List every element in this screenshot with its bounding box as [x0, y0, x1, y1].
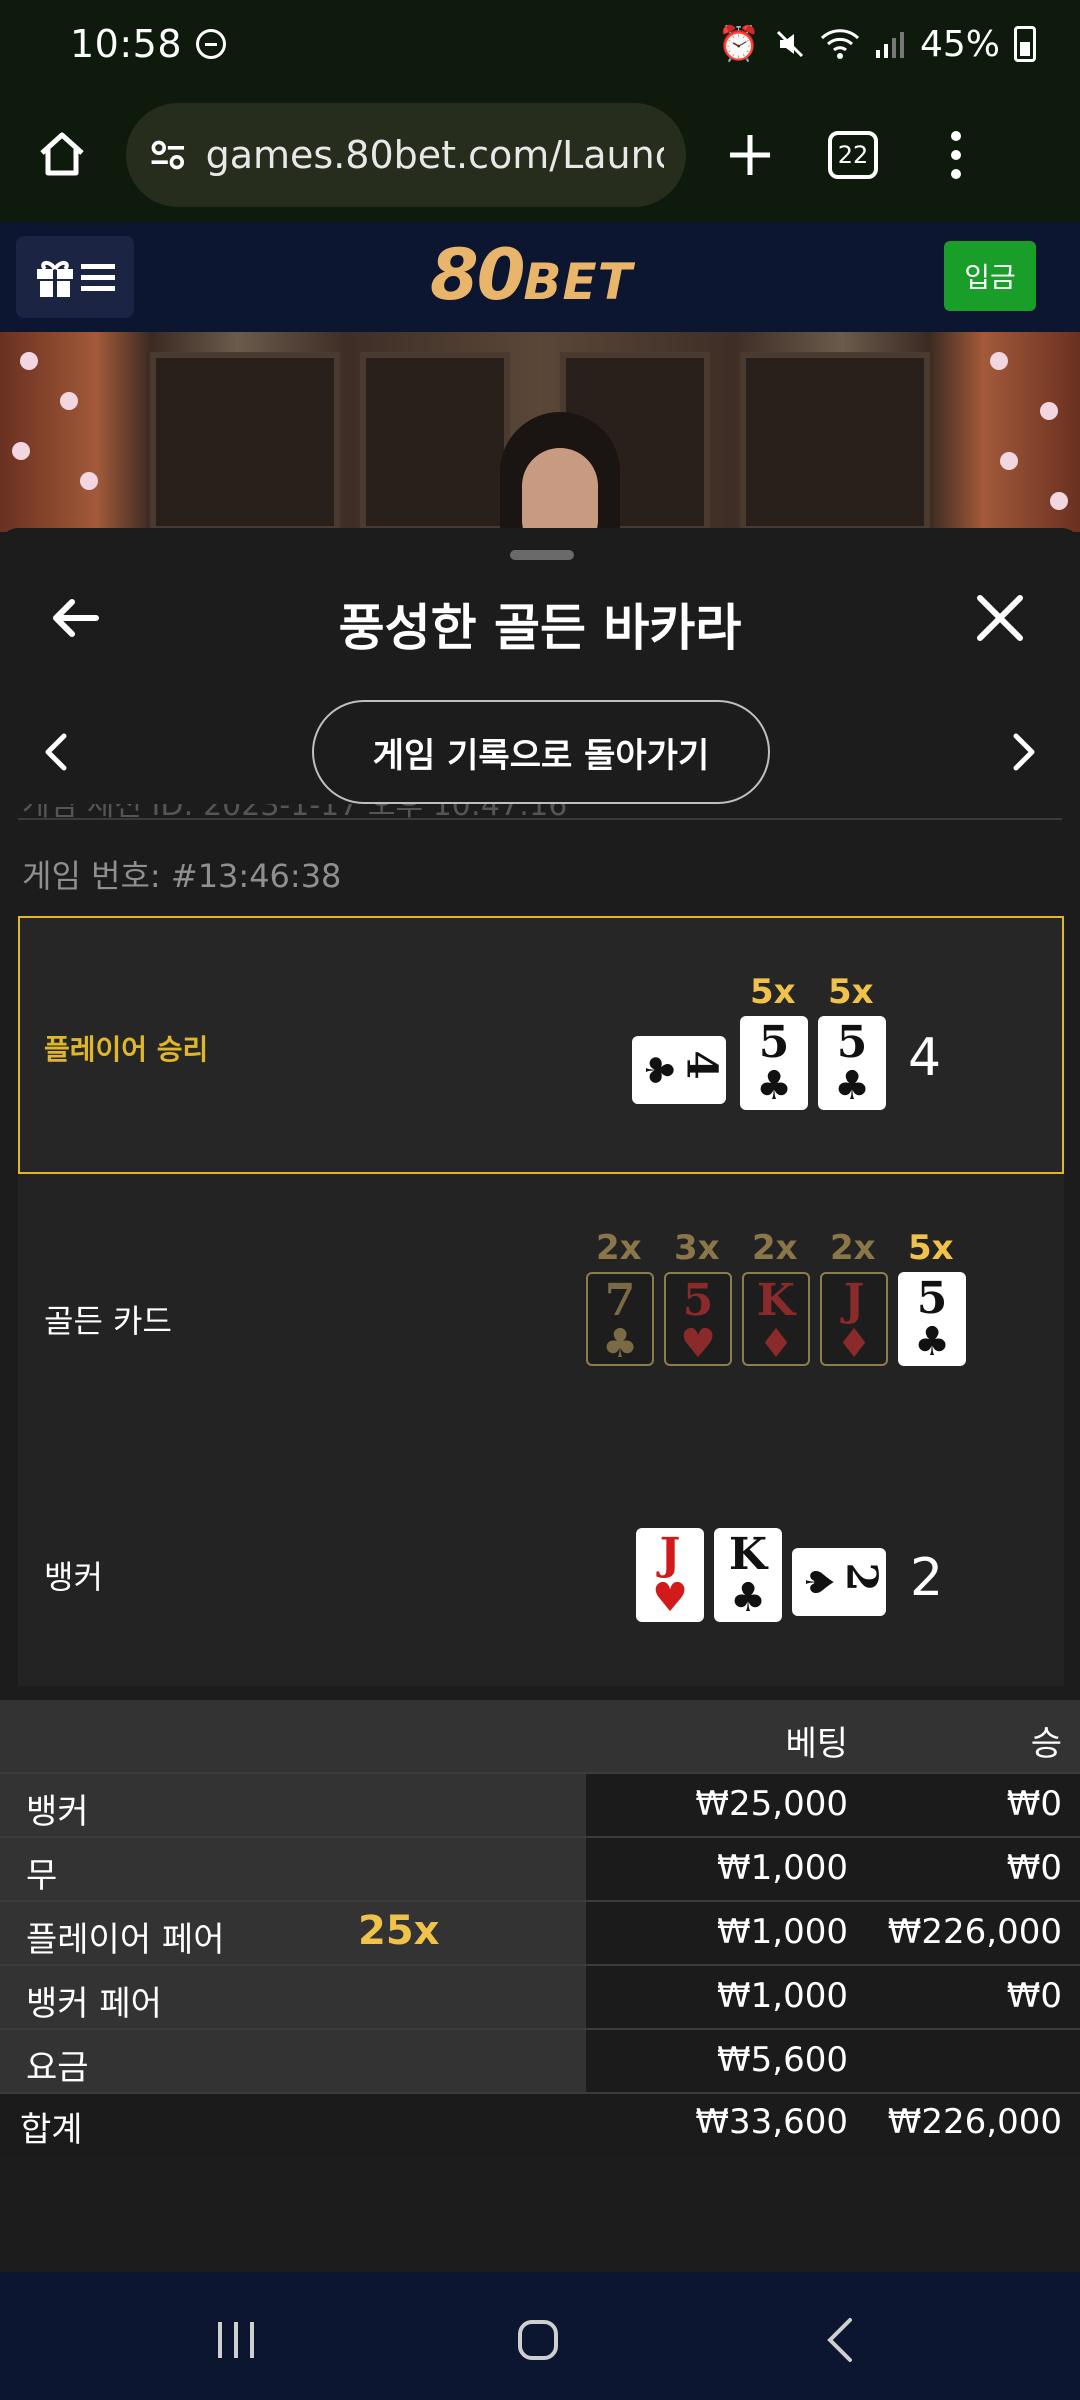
- bet-amount: ₩5,600: [717, 2040, 848, 2080]
- round-results: 플레이어 승리 4 ♣ 5x 5 ♣ 5x 5 ♣ 4 골든 카드 2x 7 ♣ 3x …: [18, 916, 1064, 1686]
- golden-card-1-multiplier: 2x: [596, 1228, 642, 1268]
- battery-icon: [1014, 26, 1036, 62]
- table-row: 요금 ₩5,600: [0, 2028, 1080, 2092]
- recent-apps-icon[interactable]: [206, 2310, 266, 2370]
- total-row: 합계 ₩33,600 ₩226,000: [0, 2092, 1080, 2156]
- golden-card-3: K ♦: [742, 1272, 810, 1366]
- bet-name: 뱅커: [26, 1792, 89, 1832]
- status-time: 10:58: [70, 22, 183, 66]
- golden-card-4: J ♦: [820, 1272, 888, 1366]
- bet-table-header: 베팅 승: [0, 1700, 1080, 1772]
- more-icon[interactable]: [946, 131, 966, 179]
- site-logo[interactable]: 80BET: [430, 234, 633, 316]
- table-row: 무 ₩1,000 ₩0: [0, 1836, 1080, 1900]
- bet-name: 뱅커 페어: [26, 1984, 162, 2024]
- gift-icon: [37, 261, 73, 297]
- table-row: 플레이어 페어 25x ₩1,000 ₩226,000: [0, 1900, 1080, 1964]
- bet-amount: ₩1,000: [717, 1976, 848, 2016]
- win-amount: ₩226,000: [887, 1912, 1062, 1952]
- bet-name: 플레이어 페어: [26, 1920, 225, 1960]
- player-card-2: 5 ♣: [740, 1016, 808, 1110]
- table-row: 뱅커 페어 ₩1,000 ₩0: [0, 1964, 1080, 2028]
- battery-percent: 45%: [919, 23, 1000, 65]
- banker-label: 뱅커: [44, 1558, 103, 1596]
- bet-amount: ₩1,000: [717, 1848, 848, 1888]
- bet-name: 무: [26, 1856, 58, 1896]
- home-icon[interactable]: [30, 123, 94, 187]
- win-amount: ₩0: [1006, 1976, 1062, 2016]
- bet-column-header: 베팅: [785, 1724, 848, 1764]
- divider: [18, 818, 1062, 820]
- golden-card-2-multiplier: 3x: [674, 1228, 720, 1268]
- home-nav-icon[interactable]: [508, 2310, 568, 2370]
- win-column-header: 승: [1030, 1724, 1062, 1764]
- url-text: games.80bet.com/Launch(: [205, 133, 664, 177]
- status-right: ⏰ 45%: [718, 24, 1036, 65]
- new-tab-icon[interactable]: [720, 125, 780, 185]
- banker-card-2: K ♣: [714, 1528, 782, 1622]
- deposit-button[interactable]: 입금: [944, 241, 1036, 311]
- gift-menu-button[interactable]: [16, 236, 134, 318]
- site-header: 80BET 입금: [0, 222, 1080, 332]
- do-not-disturb-icon: [196, 29, 227, 59]
- tabs-icon[interactable]: 22: [828, 131, 878, 179]
- player-card-3: 5 ♣: [818, 1016, 886, 1110]
- bet-amount: ₩1,000: [717, 1912, 848, 1952]
- player-score: 4: [908, 1028, 942, 1088]
- alarm-icon: ⏰: [717, 24, 760, 64]
- banker-card-1: J ♥: [636, 1528, 704, 1622]
- golden-cards-label: 골든 카드: [44, 1302, 172, 1340]
- bet-table: 베팅 승 뱅커 ₩25,000 ₩0 무 ₩1,000 ₩0 플레이어 페어 2…: [0, 1700, 1080, 2156]
- player-card-3-multiplier: 5x: [828, 972, 874, 1012]
- multiplier-badge: 25x: [358, 1908, 440, 1954]
- dealer: [500, 412, 620, 532]
- total-label: 합계: [20, 2110, 83, 2150]
- hamburger-icon: [81, 264, 115, 291]
- signal-icon: [875, 32, 904, 58]
- player-card-2-multiplier: 5x: [750, 972, 796, 1012]
- wifi-icon: [820, 29, 860, 59]
- mute-icon: [776, 30, 804, 58]
- banker-card-3: 2 ♠: [792, 1548, 886, 1616]
- back-to-history-button[interactable]: 게임 기록으로 돌아가기: [312, 700, 770, 804]
- golden-card-1: 7 ♣: [586, 1272, 654, 1366]
- drag-handle[interactable]: [510, 550, 574, 560]
- total-win: ₩226,000: [887, 2102, 1062, 2142]
- close-icon[interactable]: [970, 588, 1030, 648]
- player-card-1: 4 ♣: [632, 1036, 726, 1104]
- back-nav-icon[interactable]: [812, 2310, 872, 2370]
- win-amount: ₩0: [1006, 1848, 1062, 1888]
- url-bar[interactable]: games.80bet.com/Launch(: [126, 103, 686, 207]
- golden-card-2: 5 ♥: [664, 1272, 732, 1366]
- golden-card-4-multiplier: 2x: [830, 1228, 876, 1268]
- system-navigation-bar: [0, 2272, 1080, 2400]
- game-number: 게임 번호: #13:46:38: [22, 857, 342, 895]
- golden-card-5: 5 ♣: [898, 1272, 966, 1366]
- site-settings-icon[interactable]: [148, 133, 188, 177]
- chevron-right-icon[interactable]: [1006, 728, 1042, 776]
- sheet-title: 풍성한 골든 바카라: [338, 599, 742, 657]
- chevron-left-icon[interactable]: [38, 728, 74, 776]
- browser-toolbar: games.80bet.com/Launch( 22: [0, 88, 1080, 222]
- golden-card-3-multiplier: 2x: [752, 1228, 798, 1268]
- bet-amount: ₩25,000: [695, 1784, 848, 1824]
- bet-name: 요금: [26, 2048, 89, 2088]
- game-detail-sheet: 풍성한 골든 바카라 게임 기록으로 돌아가기 게임 세션 ID: 2023-1…: [0, 528, 1080, 2272]
- player-win-label: 플레이어 승리: [44, 1033, 209, 1066]
- total-bet: ₩33,600: [695, 2102, 848, 2142]
- win-amount: ₩0: [1006, 1784, 1062, 1824]
- live-video: [0, 332, 1080, 532]
- golden-card-5-multiplier: 5x: [908, 1228, 954, 1268]
- status-bar: 10:58 ⏰ 45%: [0, 0, 1080, 88]
- table-row: 뱅커 ₩25,000 ₩0: [0, 1772, 1080, 1836]
- banker-score: 2: [910, 1548, 944, 1608]
